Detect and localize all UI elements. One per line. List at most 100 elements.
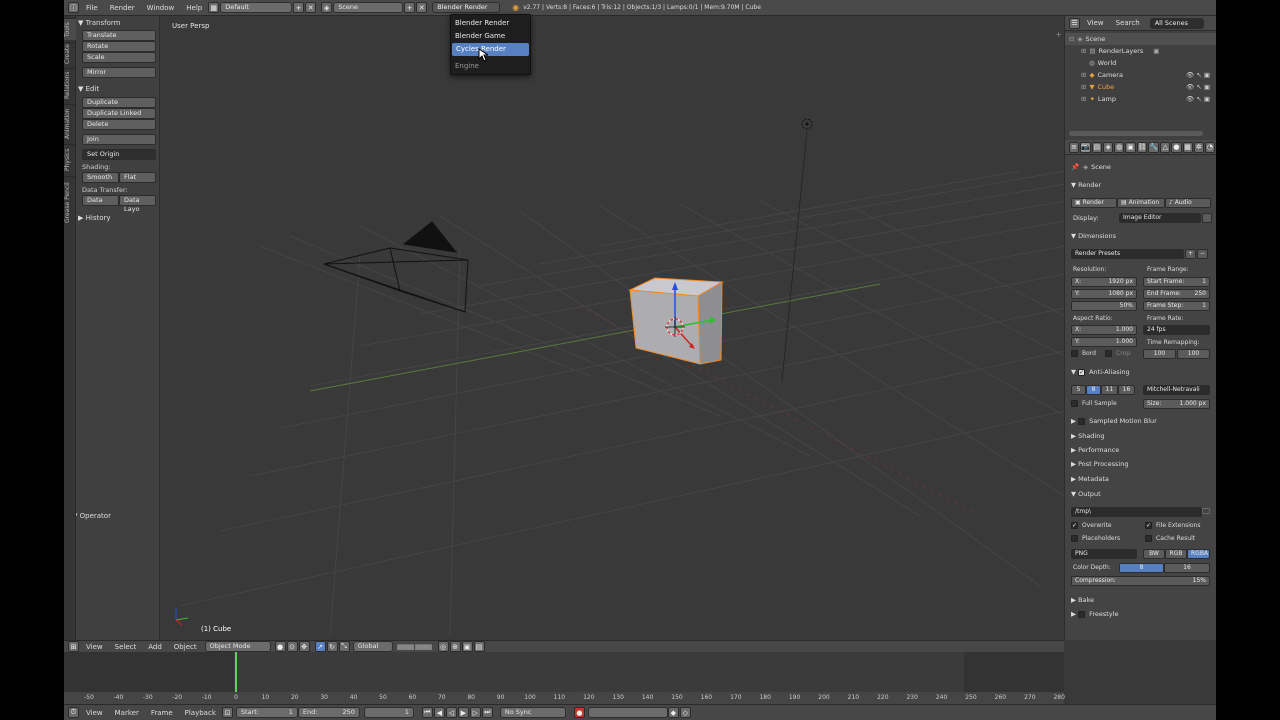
folder-browse-icon[interactable]: 🗀 [1202,506,1210,520]
operator-panel-header[interactable]: ▼ Operator [72,510,158,521]
resolution-x-field[interactable]: X: 1920 px [1071,277,1137,287]
frame-step-field[interactable]: Frame Step: 1 [1143,301,1210,311]
constraints-context-icon[interactable]: ⛓ [1136,141,1148,153]
remove-preset-icon[interactable]: − [1197,249,1208,259]
material-context-icon[interactable]: ● [1171,141,1182,153]
preview-range-icon[interactable]: ⊡ [221,707,233,718]
pin-icon[interactable]: 📌 [1071,163,1079,171]
frame-rate-select[interactable]: 24 fps [1143,325,1210,335]
scale-button[interactable]: Scale [82,52,156,63]
vp-menu-object[interactable]: Object [168,643,203,651]
depth-16-button[interactable]: 16 [1164,563,1210,573]
3d-viewport[interactable]: User Persp (1) Cube + [160,16,1064,640]
texture-context-icon[interactable]: ▦ [1182,141,1193,153]
transform-orientation-select[interactable]: Global [352,641,393,652]
end-frame-field[interactable]: End: 250 [297,707,360,718]
history-panel-header[interactable]: ▶ History [78,212,158,223]
tl-menu-frame[interactable]: Frame [145,709,179,717]
renderlayer-context-icon[interactable]: ▤ [1091,141,1103,153]
sync-mode-select[interactable]: No Sync [499,707,566,718]
outliner-scrollbar[interactable] [1069,131,1203,136]
tab-tools[interactable]: Tools [64,18,76,40]
rotate-button[interactable]: Rotate [82,41,156,52]
smooth-button[interactable]: Smooth [82,172,119,183]
aa-samples-8[interactable]: 8 [1086,385,1101,395]
time-remap-old-field[interactable]: 100 [1143,349,1176,359]
start-frame-field[interactable]: Start Frame: 1 [1143,277,1210,287]
cube-visibility-icons[interactable]: 👁 ↖ ▣ [1186,83,1210,91]
file-extensions-checkbox[interactable]: ✓ File Extensions [1145,522,1201,529]
shading-panel-header[interactable]: ▶ Shading [1065,430,1216,442]
anti-aliasing-panel-header[interactable]: ▼ ✓ Anti-Aliasing [1065,366,1216,378]
physics-context-icon[interactable]: ◔ [1204,141,1216,153]
menu-item-blender-render[interactable]: Blender Render [451,17,530,30]
full-sample-checkbox[interactable]: Full Sample [1071,400,1117,407]
record-icon[interactable]: ● [573,707,585,718]
motion-blur-panel-header[interactable]: ▶ Sampled Motion Blur [1065,415,1216,427]
add-layout-icon[interactable]: + [293,2,305,13]
output-path-field[interactable]: /tmp\ [1071,507,1202,517]
aa-samples-5[interactable]: 5 [1071,385,1086,395]
delete-keyframe-icon[interactable]: ◇ [679,707,691,718]
overwrite-checkbox[interactable]: ✓ Overwrite [1071,522,1112,529]
viewport-corner-icon[interactable]: + [1055,30,1062,39]
aa-samples-16[interactable]: 16 [1118,385,1135,395]
compression-slider[interactable]: Compression: 15% [1071,576,1210,586]
pivot-point-icon[interactable]: ⊙ [286,641,298,652]
lamp-visibility-icons[interactable]: 👁 ↖ ▣ [1186,95,1210,103]
world-context-icon[interactable]: ◍ [1114,141,1125,153]
tab-physics[interactable]: Physics [64,144,76,174]
mirror-button[interactable]: Mirror [82,67,156,78]
aa-filter-select[interactable]: Mitchell-Netravali [1143,385,1210,395]
3d-view-editor-icon[interactable]: ⊞ [68,641,79,652]
data-layout-button[interactable]: Data Layo [119,195,156,213]
delete-button[interactable]: Delete [82,119,156,130]
rotate-manipulator-icon[interactable]: ↻ [326,641,338,652]
insert-keyframe-icon[interactable]: ◆ [667,707,679,718]
edit-panel-header[interactable]: ▼ Edit [78,83,158,94]
display-lock-icon[interactable] [1202,213,1212,223]
tab-animation[interactable]: Animation [64,104,76,142]
depth-8-button[interactable]: 8 [1119,563,1164,573]
remove-layout-icon[interactable]: ✕ [305,2,317,13]
vp-menu-select[interactable]: Select [109,643,143,651]
performance-panel-header[interactable]: ▶ Performance [1065,444,1216,456]
color-rgb-button[interactable]: RGB [1165,549,1187,559]
render-panel-header[interactable]: ▼ Render [1065,179,1216,191]
outliner-editor-icon[interactable]: ☰ [1069,17,1080,29]
add-preset-icon[interactable]: + [1185,249,1196,259]
time-remap-new-field[interactable]: 100 [1177,349,1210,359]
menu-render[interactable]: Render [104,4,141,12]
viewport-shading-icon[interactable]: ● [274,641,286,652]
tab-relations[interactable]: Relations [64,68,76,102]
snap-element-icon[interactable]: ▣ [461,641,473,652]
outliner-item-renderlayers[interactable]: ⊞ ▤ RenderLayers ▣ [1065,45,1216,57]
tab-create[interactable]: Create [64,42,76,66]
manipulator-toggle-icon[interactable]: ✥ [298,641,310,652]
aa-samples-11[interactable]: 11 [1101,385,1118,395]
render-engine-select[interactable]: Blender Render [432,2,501,13]
render-button[interactable]: ▣ Render [1071,198,1117,208]
play-icon[interactable]: ▶ [457,707,469,718]
vp-menu-view[interactable]: View [80,643,109,651]
layout-icon[interactable]: ▦ [208,2,220,13]
transform-panel-header[interactable]: ▼ Transform [78,17,158,28]
tl-menu-view[interactable]: View [80,709,109,717]
color-bw-button[interactable]: BW [1143,549,1165,559]
layout-select[interactable]: Default [220,2,293,13]
add-scene-icon[interactable]: + [404,2,416,13]
end-frame-field[interactable]: End Frame: 250 [1143,289,1210,299]
crop-checkbox[interactable]: Crop [1105,350,1130,357]
translate-manipulator-icon[interactable]: ↗ [314,641,326,652]
flat-button[interactable]: Flat [119,172,156,183]
border-checkbox[interactable]: Bord [1071,350,1096,357]
particles-context-icon[interactable]: ✲ [1193,141,1204,153]
resolution-y-field[interactable]: Y: 1080 px [1071,289,1137,299]
set-origin-menu[interactable]: Set Origin [82,149,156,160]
start-frame-field[interactable]: Start: 1 [235,707,298,718]
layers-grid[interactable]: ▦▦▦ ▦▦▦ [397,643,433,651]
duplicate-button[interactable]: Duplicate [82,97,156,108]
animation-button[interactable]: ▤ Animation [1117,198,1165,208]
post-processing-panel-header[interactable]: ▶ Post Processing [1065,458,1216,470]
output-panel-header[interactable]: ▼ Output [1065,488,1216,500]
